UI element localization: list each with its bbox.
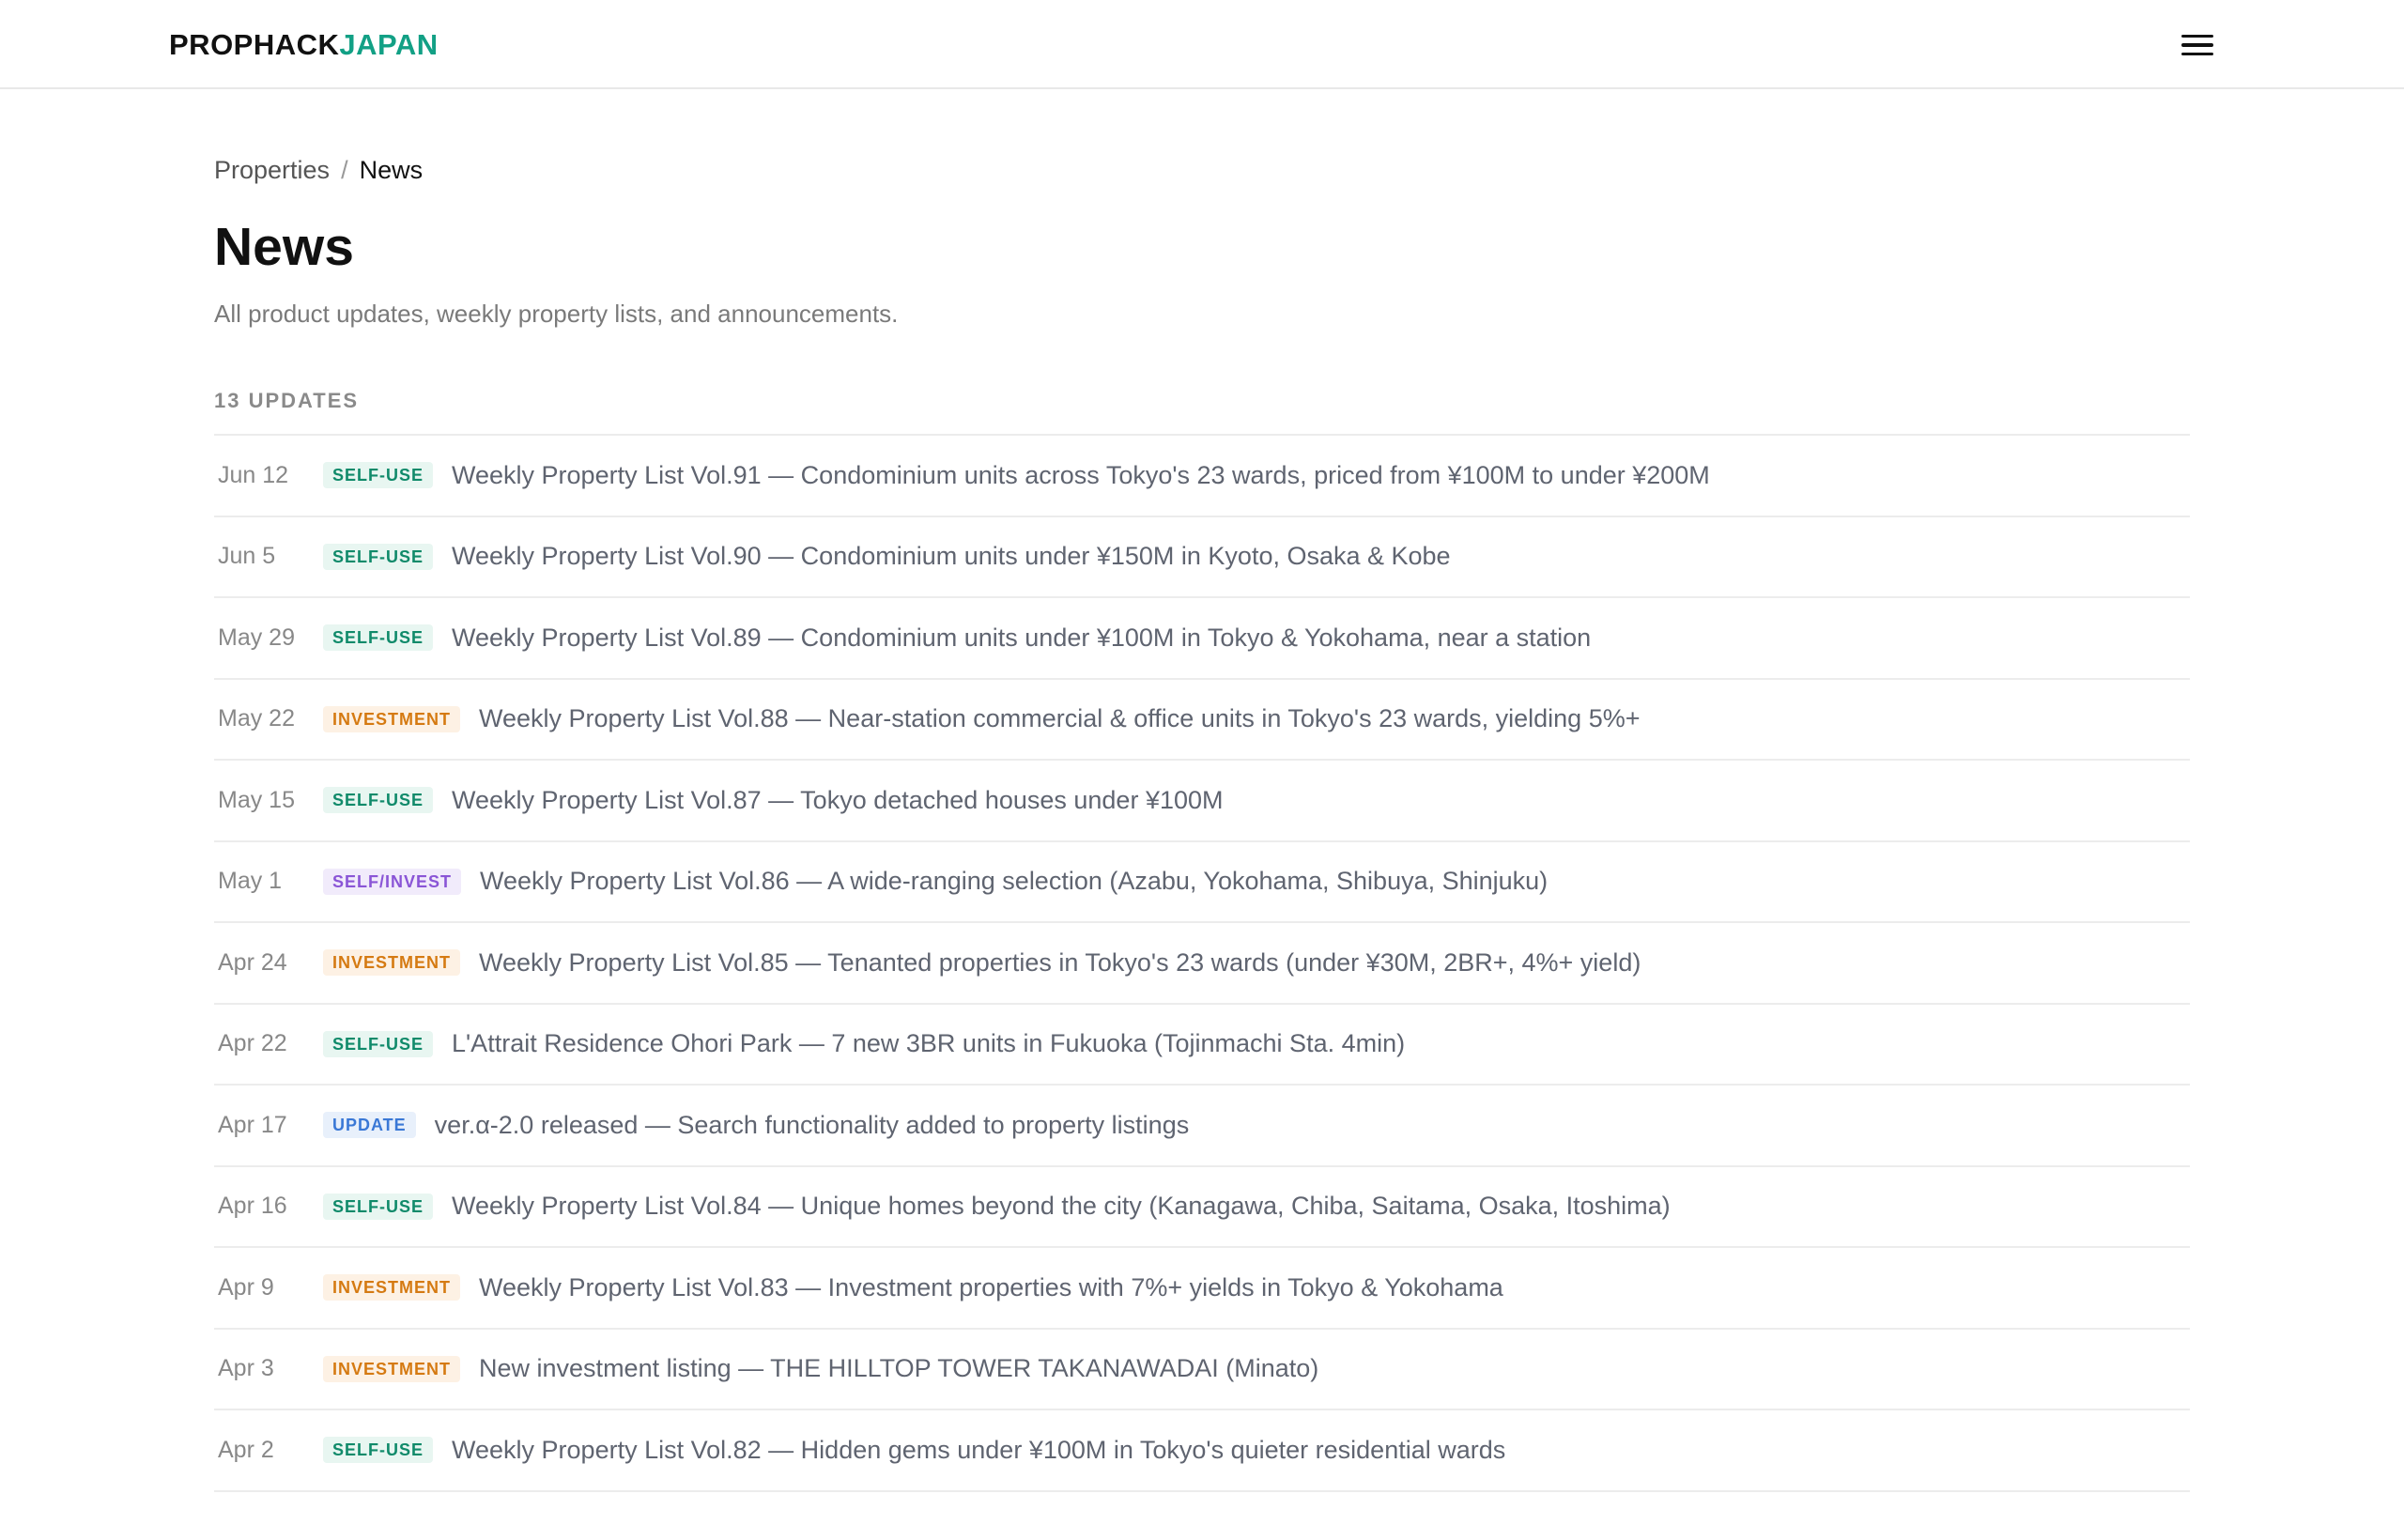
page-subtitle: All product updates, weekly property lis… (214, 300, 899, 328)
page-title: News (214, 217, 354, 277)
news-date: May 22 (218, 705, 295, 732)
category-badge: UPDATE (323, 1112, 416, 1139)
news-item[interactable]: Apr 16 SELF-USE Weekly Property List Vol.8… (214, 1167, 2190, 1248)
category-badge: INVESTMENT (323, 1355, 461, 1382)
news-title-link[interactable]: Weekly Property List Vol.90 — Condominiu… (452, 542, 1451, 571)
news-title-link[interactable]: Weekly Property List Vol.84 — Unique hom… (452, 1192, 1671, 1221)
news-title-link[interactable]: Weekly Property List Vol.85 — Tenanted p… (479, 948, 1641, 978)
news-title-link[interactable]: Weekly Property List Vol.83 — Investment… (479, 1273, 1503, 1302)
news-item[interactable]: Jun 5 SELF-USE Weekly Property List Vol.90… (214, 517, 2190, 598)
news-date: Apr 9 (218, 1273, 274, 1301)
category-badge: SELF-USE (323, 1193, 434, 1220)
news-title-link[interactable]: L'Attrait Residence Ohori Park — 7 new 3… (452, 1029, 1405, 1058)
news-title-link[interactable]: New investment listing — THE HILLTOP TOW… (479, 1354, 1318, 1383)
news-title-link[interactable]: Weekly Property List Vol.82 — Hidden gem… (452, 1436, 1505, 1465)
news-date: May 1 (218, 868, 283, 895)
news-date: May 29 (218, 624, 295, 651)
news-date: Jun 12 (218, 461, 289, 488)
news-date: Apr 24 (218, 948, 287, 976)
site-logo[interactable]: PROPHACKJAPAN (169, 26, 439, 64)
news-date: Apr 22 (218, 1030, 287, 1057)
news-date: Jun 5 (218, 543, 276, 570)
breadcrumb-properties-link[interactable]: Properties (214, 153, 330, 187)
breadcrumb-current: News (359, 156, 424, 184)
category-badge: SELF-USE (323, 462, 434, 489)
category-badge: SELF-USE (323, 624, 434, 652)
category-badge: SELF-USE (323, 787, 434, 814)
breadcrumb-separator: / (341, 156, 348, 184)
news-title-link[interactable]: Weekly Property List Vol.86 — A wide-ran… (480, 867, 1548, 896)
category-badge: SELF-USE (323, 1437, 434, 1464)
hamburger-menu-icon[interactable] (2177, 28, 2218, 62)
category-badge: INVESTMENT (323, 705, 461, 732)
news-date: Apr 3 (218, 1355, 274, 1382)
news-list: Jun 12 SELF-USE Weekly Property List Vol.9… (214, 434, 2190, 1492)
logo-text-japan: JAPAN (339, 28, 439, 61)
category-badge: SELF-USE (323, 543, 434, 570)
news-item[interactable]: Apr 24 INVESTMENT Weekly Property List Vol… (214, 923, 2190, 1005)
news-title-link[interactable]: ver.α-2.0 released — Search functionalit… (435, 1111, 1190, 1140)
news-item[interactable]: May 15 SELF-USE Weekly Property List Vol.8… (214, 761, 2190, 842)
news-title-link[interactable]: Weekly Property List Vol.87 — Tokyo deta… (452, 786, 1223, 815)
news-item[interactable]: Apr 22 SELF-USE L'Attrait Residence Ohori … (214, 1005, 2190, 1086)
category-badge: INVESTMENT (323, 949, 461, 977)
news-date: Apr 16 (218, 1193, 287, 1220)
category-badge: INVESTMENT (323, 1274, 461, 1301)
site-header: PROPHACKJAPAN (0, 0, 2404, 89)
breadcrumb: Properties / News (214, 153, 423, 187)
news-item[interactable]: May 22 INVESTMENT Weekly Property List Vol… (214, 680, 2190, 761)
news-item[interactable]: Apr 3 INVESTMENT New investment listing — … (214, 1330, 2190, 1410)
news-item[interactable]: Jun 12 SELF-USE Weekly Property List Vol.9… (214, 436, 2190, 517)
news-item[interactable]: May 29 SELF-USE Weekly Property List Vol.8… (214, 598, 2190, 680)
news-item[interactable]: Apr 9 INVESTMENT Weekly Property List Vol.… (214, 1248, 2190, 1330)
news-date: May 15 (218, 786, 295, 813)
news-item[interactable]: May 1 SELF/INVEST Weekly Property List Vol… (214, 842, 2190, 923)
news-title-link[interactable]: Weekly Property List Vol.88 — Near-stati… (479, 704, 1640, 733)
news-date: Apr 2 (218, 1436, 274, 1463)
logo-text-prophack: PROPHACK (169, 28, 340, 61)
news-date: Apr 17 (218, 1111, 287, 1138)
news-title-link[interactable]: Weekly Property List Vol.89 — Condominiu… (452, 624, 1591, 653)
category-badge: SELF-USE (323, 1030, 434, 1057)
category-badge: SELF/INVEST (323, 868, 462, 895)
news-title-link[interactable]: Weekly Property List Vol.91 — Condominiu… (452, 461, 1710, 490)
news-item[interactable]: Apr 2 SELF-USE Weekly Property List Vol.82… (214, 1410, 2190, 1492)
updates-count: 13 UPDATES (214, 389, 360, 412)
news-item[interactable]: Apr 17 UPDATE ver.α-2.0 released — Search … (214, 1086, 2190, 1167)
